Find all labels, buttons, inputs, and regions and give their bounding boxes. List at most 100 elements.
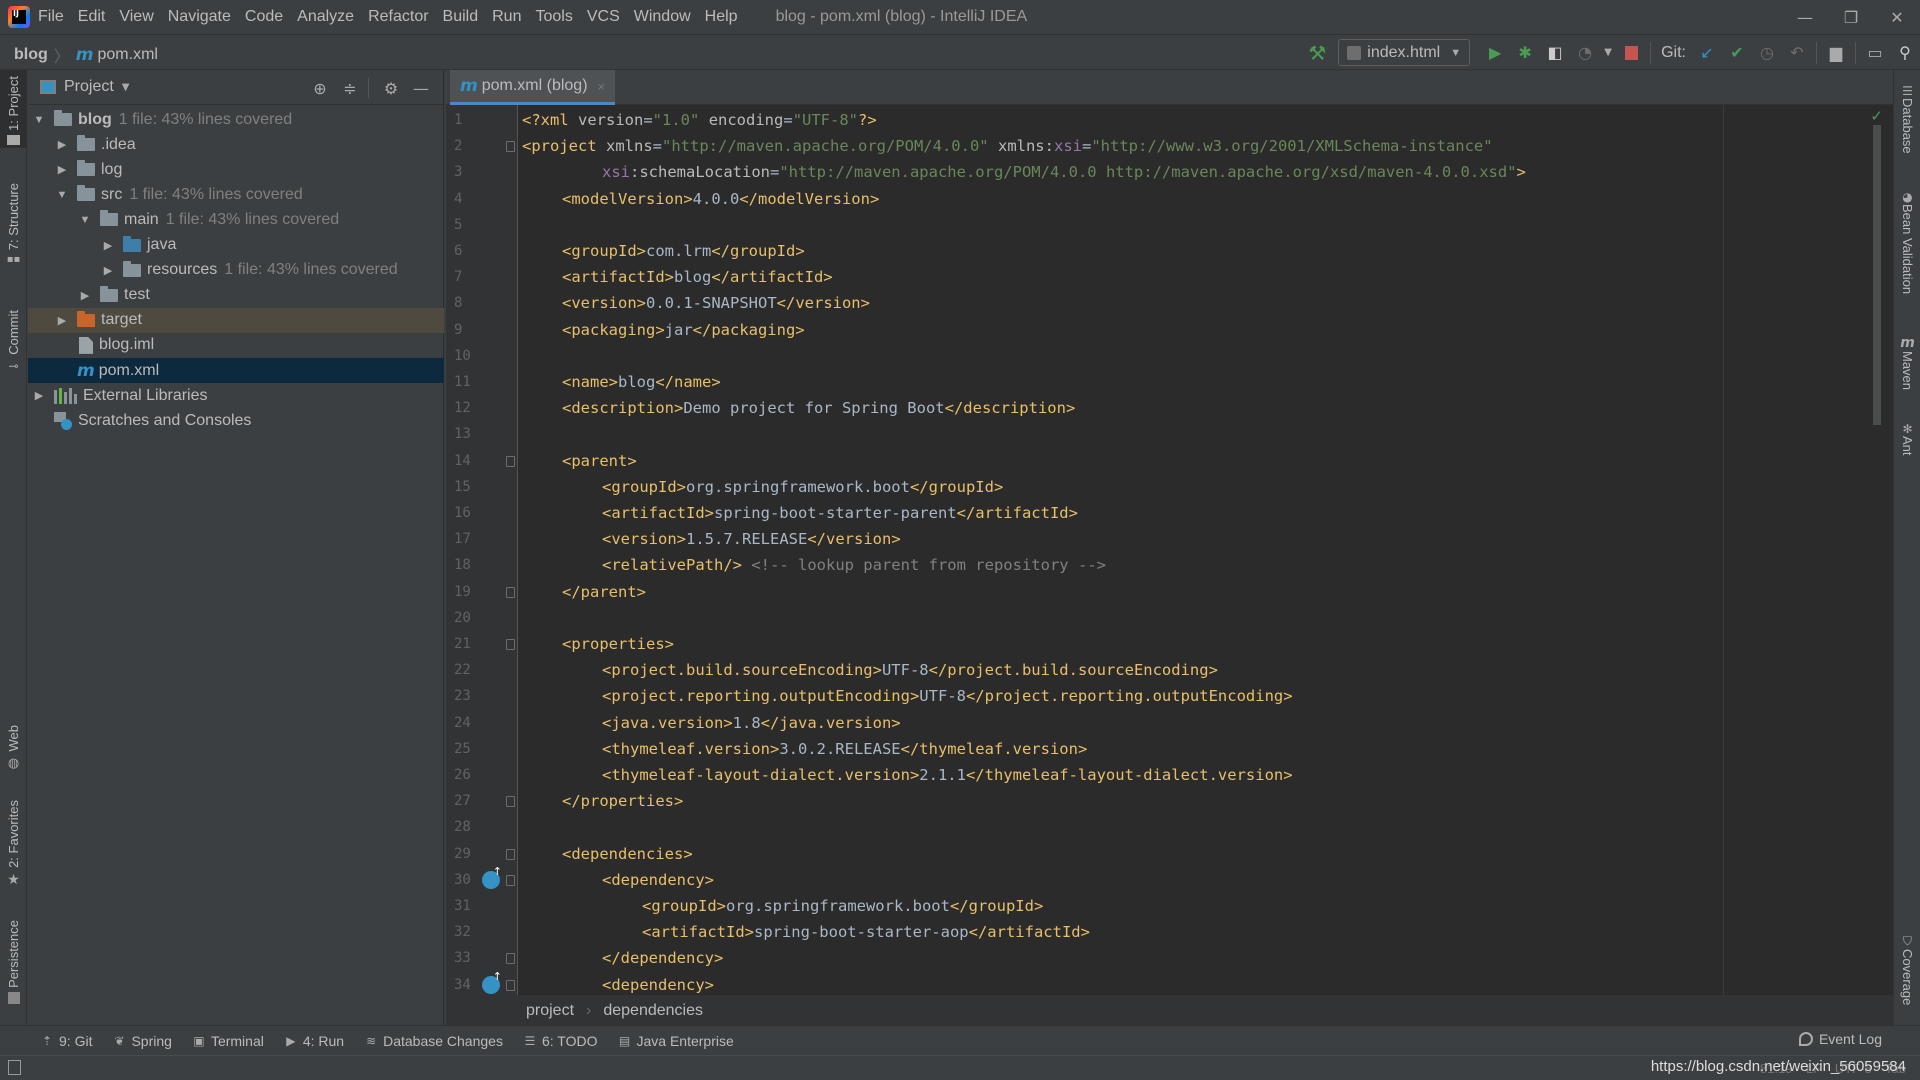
close-window-button[interactable]: ✕ [1874,0,1920,35]
event-log-button[interactable]: Event Log [1798,1031,1882,1047]
project-structure-icon[interactable]: ▆ [1821,38,1851,68]
bottom-tab-java-enterprise[interactable]: ▤ Java Enterprise [617,1033,734,1049]
expand-arrow-icon[interactable]: ▶ [32,389,46,402]
locate-icon[interactable]: ⊕ [308,76,332,100]
menu-run[interactable]: Run [492,8,521,26]
tree-item-src[interactable]: ▼ src 1 file: 43% lines covered [28,182,444,207]
tool-tab-persistence[interactable]: Persistence [0,920,27,1020]
bottom-tab-spring[interactable]: ❦ Spring [112,1033,172,1049]
tool-tab-web[interactable]: Web ◍ [0,725,27,785]
profile-icon[interactable]: ◔ [1570,38,1600,68]
fold-marker-icon[interactable] [506,455,515,467]
overridden-dependency-icon[interactable] [482,865,502,889]
breadcrumb-file[interactable]: pom.xml [98,46,158,64]
restore-button[interactable]: ❐ [1828,0,1874,35]
code-editor[interactable]: 1 2 3 4 5 6 7 8 9 10 11 12 13 14 15 16 17 18 19 20 21 22 23 24 2… [446,105,1893,995]
collapse-arrow-icon[interactable]: ▼ [78,214,92,226]
menu-build[interactable]: Build [443,8,479,26]
bottom-tab-4-run[interactable]: ▶ 4: Run [284,1033,344,1049]
editor-scrollbar[interactable] [1873,125,1881,425]
editor-breadcrumb-dependencies[interactable]: dependencies [603,1002,703,1020]
tree-item-log[interactable]: ▶ log [28,157,444,182]
tool-tab-database[interactable]: ☰ Database [1894,84,1920,154]
overridden-dependency-icon[interactable] [482,970,502,994]
collapse-all-icon[interactable]: ≑ [338,76,362,100]
expand-arrow-icon[interactable]: ▶ [55,314,69,327]
expand-arrow-icon[interactable]: ▶ [101,264,115,277]
tree-item-blog-iml[interactable]: ▶blog.iml [28,333,444,358]
chevron-down-icon[interactable]: ▼ [122,82,130,93]
fold-marker-icon[interactable] [506,639,515,650]
tree-item-idea[interactable]: ▶ .idea [28,132,444,157]
tree-item-external-libraries[interactable]: ▶ External Libraries [28,383,444,408]
collapse-arrow-icon[interactable]: ▼ [32,114,46,126]
run-configuration-selector[interactable]: index.html ▼ [1338,39,1471,66]
presentation-mode-icon[interactable]: ▭ [1860,38,1890,68]
tool-tab-project[interactable]: 1: Project [0,70,27,148]
tree-item-main[interactable]: ▼ main 1 file: 43% lines covered [28,207,444,232]
tool-tab-structure[interactable]: 7: Structure ▪▪ [0,183,27,283]
project-view-selector[interactable]: Project [64,78,114,96]
tool-tab-ant[interactable]: ✻ Ant [1894,422,1920,456]
bottom-tab-database-changes[interactable]: ≋ Database Changes [364,1033,503,1049]
run-icon[interactable]: ▶ [1480,38,1510,68]
tool-tab-commit[interactable]: Commit ⊸ [0,310,27,390]
breadcrumb-project[interactable]: blog [14,46,48,64]
menu-file[interactable]: File [38,8,64,26]
inspection-ok-icon[interactable]: ✓ [1870,107,1883,125]
menu-view[interactable]: View [119,8,153,26]
menu-tools[interactable]: Tools [535,8,572,26]
tree-item-target[interactable]: ▶ target [28,307,444,333]
bottom-tab-9-git[interactable]: ⇡ 9: Git [40,1033,93,1049]
menu-window[interactable]: Window [634,8,691,26]
tree-item-test[interactable]: ▶ test [28,283,444,308]
menu-vcs[interactable]: VCS [587,8,620,26]
git-revert-icon[interactable]: ↶ [1782,38,1812,68]
expand-arrow-icon[interactable]: ▶ [101,239,115,252]
fold-marker-icon[interactable] [506,979,515,991]
menu-navigate[interactable]: Navigate [168,8,231,26]
fold-marker-icon[interactable] [506,874,515,886]
fold-marker-icon[interactable] [506,953,515,965]
tree-item-blog[interactable]: ▼ blog 1 file: 43% lines covered [28,107,444,132]
tool-window-layout-icon[interactable] [8,1060,21,1075]
expand-arrow-icon[interactable]: ▶ [55,163,69,176]
menu-refactor[interactable]: Refactor [368,8,428,26]
build-icon[interactable]: ⚒ [1302,38,1332,68]
tree-item-pom-xml[interactable]: ▶mpom.xml [28,358,444,383]
settings-icon[interactable]: ⚙ [379,76,403,100]
hide-panel-icon[interactable]: — [409,76,433,100]
run-with-coverage-icon[interactable]: ◧ [1540,38,1570,68]
search-everywhere-icon[interactable]: ⚲ [1890,38,1920,68]
tool-tab-coverage[interactable]: ⛉ Coverage [1894,934,1920,1005]
expand-arrow-icon[interactable]: ▶ [78,289,92,302]
debug-icon[interactable]: ✱ [1510,38,1540,68]
tree-item-resources[interactable]: ▶ resources 1 file: 43% lines covered [28,258,444,283]
more-run-options-icon[interactable]: ▼ [1600,38,1616,68]
editor-tab-pom-xml[interactable]: m pom.xml (blog) × [450,70,616,105]
tree-item-scratches-and-consoles[interactable]: ▶Scratches and Consoles [28,408,444,433]
fold-marker-icon[interactable] [506,796,515,808]
close-tab-icon[interactable]: × [598,79,606,94]
minimize-button[interactable]: — [1782,0,1828,35]
code-area[interactable]: <?xml version="1.0" encoding="UTF-8"?> <p… [522,105,1812,995]
menu-analyze[interactable]: Analyze [297,8,354,26]
git-history-icon[interactable]: ◷ [1752,38,1782,68]
git-commit-icon[interactable]: ✔ [1722,38,1752,68]
menu-code[interactable]: Code [245,8,283,26]
expand-arrow-icon[interactable]: ▶ [55,138,69,151]
editor-breadcrumb-project[interactable]: project [526,1002,574,1020]
fold-marker-icon[interactable] [506,848,515,860]
bottom-tab-6-todo[interactable]: ☰ 6: TODO [523,1033,598,1049]
tool-tab-maven[interactable]: m Maven [1894,335,1920,390]
tool-tab-favorites[interactable]: 2: Favorites ★ [0,800,27,900]
fold-marker-icon[interactable] [506,141,515,153]
git-update-icon[interactable]: ↙ [1692,38,1722,68]
tool-tab-bean-validation[interactable]: ◕ Bean Validation [1894,190,1920,294]
menu-help[interactable]: Help [705,8,738,26]
fold-marker-icon[interactable] [506,586,515,598]
collapse-arrow-icon[interactable]: ▼ [55,189,69,201]
bottom-tab-terminal[interactable]: ▣ Terminal [192,1033,264,1049]
stop-icon[interactable] [1616,38,1646,68]
menu-edit[interactable]: Edit [78,8,106,26]
